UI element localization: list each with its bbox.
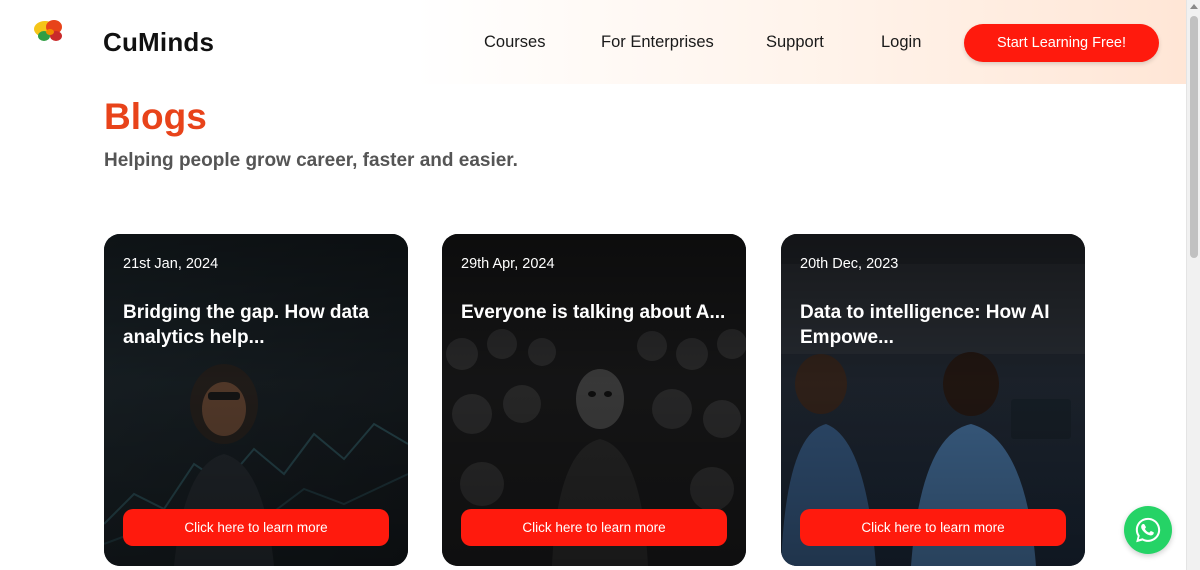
blog-date: 21st Jan, 2024 bbox=[123, 256, 219, 272]
learn-more-button[interactable]: Click here to learn more bbox=[800, 509, 1066, 546]
cuminds-logo-icon[interactable] bbox=[32, 16, 68, 46]
blog-title[interactable]: Data to intelligence: How AI Empowe... bbox=[800, 300, 1070, 350]
site-header: CuMinds Courses For Enterprises Support … bbox=[0, 0, 1186, 84]
learn-more-button[interactable]: Click here to learn more bbox=[461, 509, 727, 546]
whatsapp-button[interactable] bbox=[1124, 506, 1172, 554]
page-scrollbar[interactable] bbox=[1186, 0, 1200, 570]
start-learning-button[interactable]: Start Learning Free! bbox=[964, 24, 1159, 62]
whatsapp-icon bbox=[1135, 517, 1161, 543]
blog-card[interactable]: 20th Dec, 2023 Data to intelligence: How… bbox=[781, 234, 1085, 566]
learn-more-button[interactable]: Click here to learn more bbox=[123, 509, 389, 546]
blog-card[interactable]: 29th Apr, 2024 Everyone is talking about… bbox=[442, 234, 746, 566]
brand-name[interactable]: CuMinds bbox=[103, 27, 214, 58]
nav-for-enterprises[interactable]: For Enterprises bbox=[601, 33, 714, 52]
blog-card[interactable]: 21st Jan, 2024 Bridging the gap. How dat… bbox=[104, 234, 408, 566]
blog-title[interactable]: Bridging the gap. How data analytics hel… bbox=[123, 300, 393, 350]
scroll-thumb[interactable] bbox=[1190, 16, 1198, 258]
blog-title[interactable]: Everyone is talking about A... bbox=[461, 300, 731, 325]
nav-login[interactable]: Login bbox=[881, 33, 921, 52]
page-title: Blogs bbox=[104, 96, 207, 137]
blog-date: 20th Dec, 2023 bbox=[800, 256, 899, 272]
nav-support[interactable]: Support bbox=[766, 33, 824, 52]
blog-date: 29th Apr, 2024 bbox=[461, 256, 555, 272]
page-subtitle: Helping people grow career, faster and e… bbox=[104, 150, 518, 171]
scroll-up-arrow-icon[interactable] bbox=[1190, 4, 1198, 9]
nav-courses[interactable]: Courses bbox=[484, 33, 545, 52]
